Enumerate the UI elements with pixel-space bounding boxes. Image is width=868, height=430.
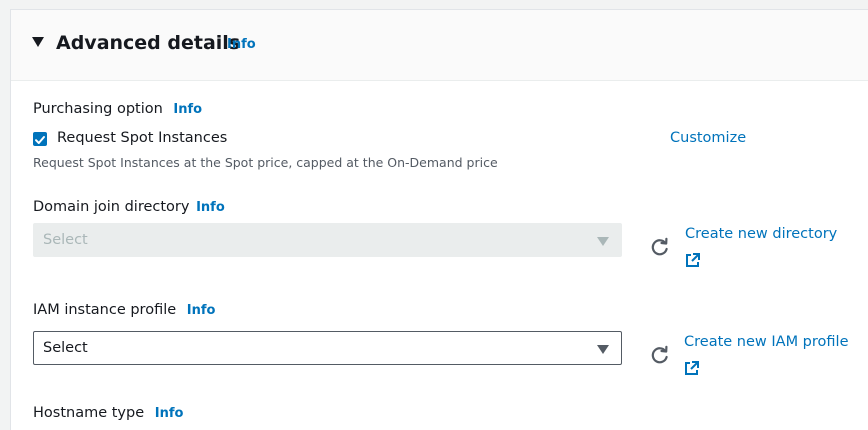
section-title: Advanced details [56,32,241,54]
advanced-details-header[interactable]: Advanced details Info [11,10,868,81]
iam-profile-value: Select [43,340,88,356]
iam-profile-label: IAM instance profile Info [33,302,215,318]
hostname-type-info-link[interactable]: Info [155,406,184,421]
section-info-link[interactable]: Info [227,37,256,52]
domain-join-label: Domain join directory Info [33,199,225,215]
refresh-icon[interactable] [650,237,670,257]
spot-instances-checkbox[interactable] [33,132,47,146]
spot-instances-label[interactable]: Request Spot Instances [57,130,227,146]
iam-profile-info-link[interactable]: Info [187,303,216,318]
iam-profile-text: IAM instance profile [33,302,177,318]
advanced-details-panel: Advanced details Info Purchasing option … [10,9,868,430]
domain-join-text: Domain join directory [33,199,190,215]
caret-down-icon[interactable] [32,37,44,47]
create-directory-link[interactable]: Create new directory [685,226,837,242]
external-link-icon[interactable] [685,252,701,268]
purchasing-option-text: Purchasing option [33,101,163,117]
dropdown-arrow-icon [597,237,609,246]
customize-link[interactable]: Customize [670,130,746,146]
dropdown-arrow-icon [597,345,609,354]
hostname-type-label: Hostname type Info [33,405,183,421]
iam-profile-select[interactable]: Select [33,331,622,365]
domain-join-info-link[interactable]: Info [196,200,225,215]
refresh-icon[interactable] [650,345,670,365]
checkmark-icon [35,136,45,144]
spot-instances-description: Request Spot Instances at the Spot price… [33,155,498,170]
purchasing-option-info-link[interactable]: Info [173,102,202,117]
purchasing-option-label: Purchasing option Info [33,101,202,117]
domain-join-placeholder: Select [43,232,88,248]
create-iam-profile-link[interactable]: Create new IAM profile [684,334,848,350]
hostname-type-text: Hostname type [33,405,145,421]
domain-join-select: Select [33,223,622,257]
external-link-icon[interactable] [684,360,700,376]
